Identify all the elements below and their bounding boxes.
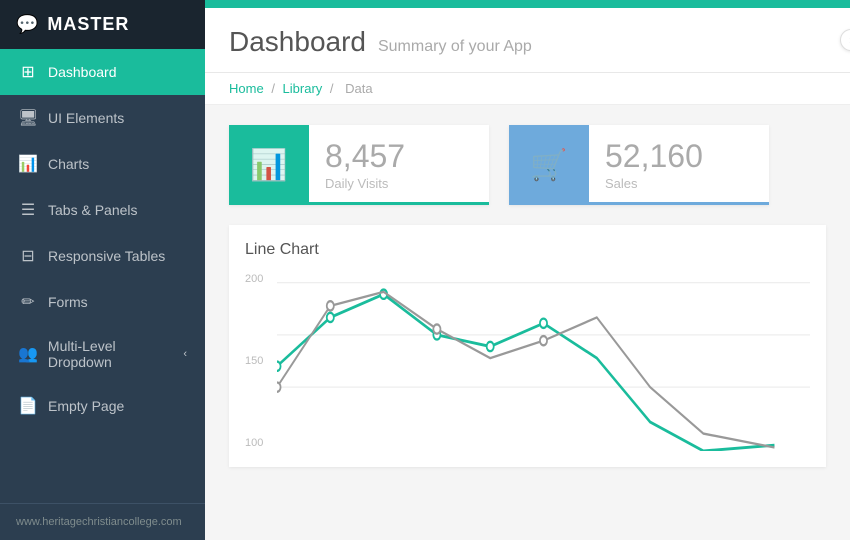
top-bar (205, 0, 850, 8)
sidebar: 💬 MASTER ⊞ Dashboard 🖥 UI Elements 📊 Cha… (0, 0, 205, 540)
sidebar-label-forms: Forms (48, 294, 88, 310)
breadcrumb: Home / Library / Data (205, 73, 850, 105)
y-label-150: 150 (245, 355, 275, 367)
stat-card-sales: 🛒 52,160 Sales (509, 125, 769, 205)
sidebar-label-empty-page: Empty Page (48, 398, 124, 414)
sidebar-item-forms[interactable]: ✏ Forms (0, 279, 205, 325)
breadcrumb-current: Data (345, 81, 372, 96)
sidebar-item-empty-page[interactable]: 📄 Empty Page (0, 383, 205, 429)
stat-label-daily-visits: Daily Visits (325, 176, 405, 191)
sidebar-icon-empty-page: 📄 (18, 396, 38, 416)
sidebar-icon-forms: ✏ (18, 292, 38, 312)
chart-line-teal (277, 294, 774, 451)
logo-icon: 💬 (16, 14, 39, 35)
chart-dot-gray-2 (327, 301, 334, 310)
sidebar-item-multi-level[interactable]: 👥 Multi-Level Dropdown ‹ (0, 325, 205, 383)
stat-label-sales: Sales (605, 176, 703, 191)
stat-icon-daily-visits: 📊 (229, 125, 309, 205)
chart-line-gray (277, 292, 774, 448)
stats-row: 📊 8,457 Daily Visits 🛒 52,160 Sales (205, 105, 850, 215)
y-label-100: 100 (245, 437, 275, 449)
sidebar-icon-ui-elements: 🖥 (18, 108, 38, 128)
main-content: › Dashboard Summary of your App Home / L… (205, 0, 850, 540)
stat-number-sales: 52,160 (605, 140, 703, 172)
stat-number-daily-visits: 8,457 (325, 140, 405, 172)
chart-dot-teal-5 (487, 342, 494, 351)
y-label-200: 200 (245, 273, 275, 285)
sidebar-label-responsive-tables: Responsive Tables (48, 248, 165, 264)
breadcrumb-sep-1: / (271, 81, 278, 96)
sidebar-icon-tabs-panels: ☰ (18, 200, 38, 220)
sidebar-label-ui-elements: UI Elements (48, 110, 124, 126)
sidebar-icon-dashboard: ⊞ (18, 62, 38, 82)
sidebar-icon-responsive-tables: ⊟ (18, 246, 38, 266)
content-area: › Dashboard Summary of your App Home / L… (205, 8, 850, 540)
chart-dot-gray-1 (277, 382, 281, 391)
chart-dot-teal-1 (277, 362, 281, 371)
sidebar-nav: ⊞ Dashboard 🖥 UI Elements 📊 Charts ☰ Tab… (0, 49, 205, 503)
sidebar-item-charts[interactable]: 📊 Charts (0, 141, 205, 187)
sidebar-label-multi-level: Multi-Level Dropdown (48, 338, 173, 370)
sidebar-item-dashboard[interactable]: ⊞ Dashboard (0, 49, 205, 95)
breadcrumb-sep-2: / (330, 81, 337, 96)
sidebar-toggle-button[interactable]: › (840, 29, 850, 51)
sidebar-footer: www.heritagechristiancollege.com (0, 503, 205, 540)
breadcrumb-home[interactable]: Home (229, 81, 264, 96)
sidebar-label-charts: Charts (48, 156, 89, 172)
stat-bar-sales (509, 202, 769, 205)
app-logo: 💬 MASTER (0, 0, 205, 49)
chart-dot-teal-2 (327, 313, 334, 322)
page-header: › Dashboard Summary of your App (205, 8, 850, 73)
page-title: Dashboard (229, 26, 366, 58)
logo-text: MASTER (47, 14, 129, 35)
sidebar-item-responsive-tables[interactable]: ⊟ Responsive Tables (0, 233, 205, 279)
sidebar-item-tabs-panels[interactable]: ☰ Tabs & Panels (0, 187, 205, 233)
chart-dot-gray-3 (433, 324, 440, 333)
chart-dot-teal-6 (540, 319, 547, 328)
chart-container: 200 150 100 (245, 271, 810, 451)
sidebar-label-tabs-panels: Tabs & Panels (48, 202, 138, 218)
stat-card-daily-visits: 📊 8,457 Daily Visits (229, 125, 489, 205)
sidebar-icon-multi-level: 👥 (18, 344, 38, 364)
stat-icon-sales: 🛒 (509, 125, 589, 205)
chart-dot-gray-4 (540, 336, 547, 345)
sidebar-chevron-multi-level: ‹ (183, 348, 187, 360)
stat-info-daily-visits: 8,457 Daily Visits (309, 130, 421, 201)
sidebar-icon-charts: 📊 (18, 154, 38, 174)
sidebar-label-dashboard: Dashboard (48, 64, 117, 80)
page-subtitle: Summary of your App (378, 38, 532, 56)
stat-info-sales: 52,160 Sales (589, 130, 719, 201)
line-chart-svg (277, 271, 810, 451)
stat-bar-daily-visits (229, 202, 489, 205)
chart-section: Line Chart (229, 225, 826, 467)
breadcrumb-library[interactable]: Library (283, 81, 323, 96)
chart-title: Line Chart (245, 241, 810, 259)
sidebar-item-ui-elements[interactable]: 🖥 UI Elements (0, 95, 205, 141)
